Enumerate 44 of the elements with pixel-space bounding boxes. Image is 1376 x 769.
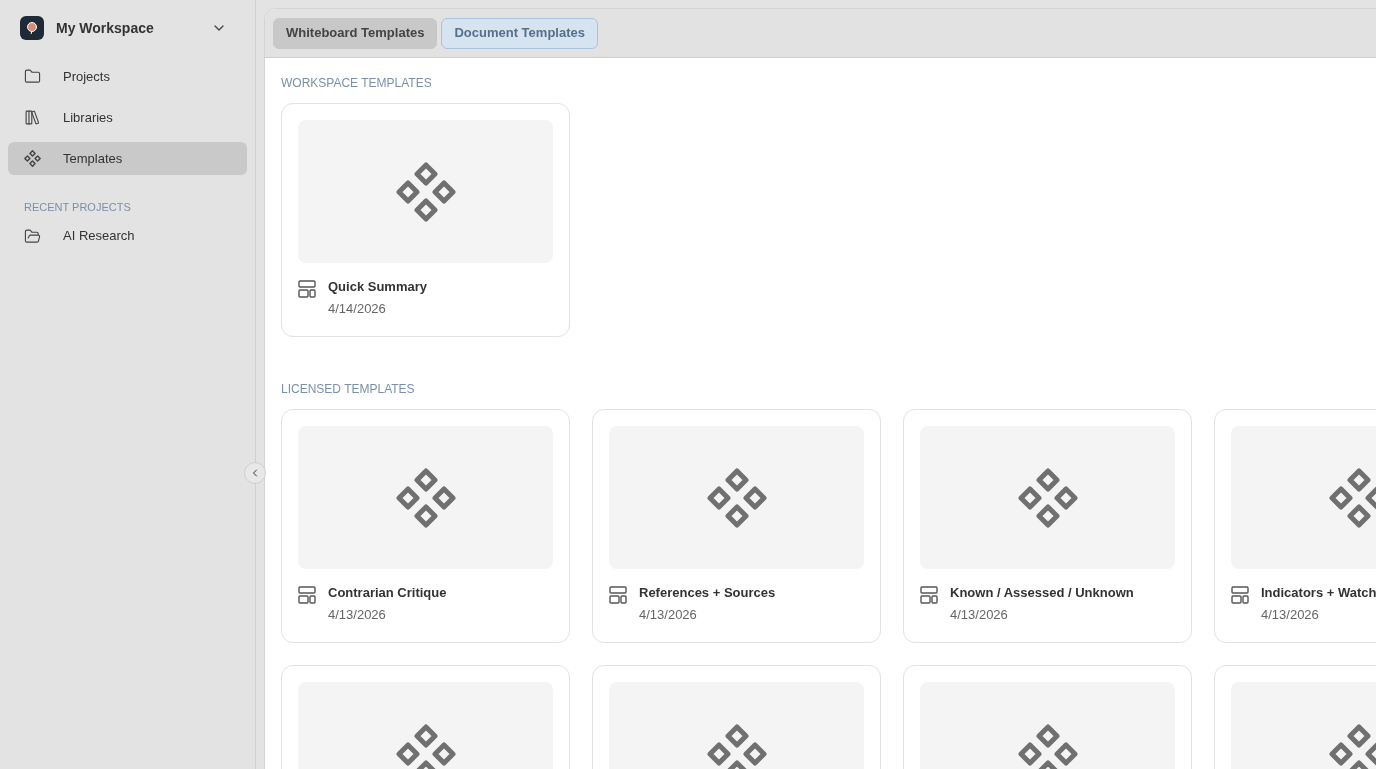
library-icon <box>24 109 41 126</box>
layout-icon <box>1231 586 1249 604</box>
workspace-name: My Workspace <box>56 18 154 38</box>
template-card[interactable]: Known / Assessed / Unknown 4/13/2026 <box>903 409 1192 643</box>
template-icon <box>706 723 767 769</box>
template-icon <box>706 467 767 528</box>
layout-icon <box>298 280 316 298</box>
template-date: 4/13/2026 <box>1261 607 1320 623</box>
template-date: 4/13/2026 <box>639 607 698 623</box>
section-heading: WORKSPACE TEMPLATES <box>281 75 433 91</box>
sidebar-item[interactable]: Libraries <box>8 101 247 134</box>
layout-icon <box>920 586 938 604</box>
template-card[interactable]: Quick Summary 4/14/2026 <box>281 103 570 337</box>
template-title: Contrarian Critique <box>328 585 447 601</box>
template-date: 4/13/2026 <box>950 607 1009 623</box>
template-card[interactable]: Indicators + Watch 4/13/2026 <box>1214 409 1376 643</box>
template-card[interactable]: Contrarian Critique 4/13/2026 <box>281 409 570 643</box>
template-icon <box>395 723 456 769</box>
folder-icon <box>24 227 41 245</box>
sidebar-item[interactable]: Templates <box>8 142 247 175</box>
template-title: References + Sources <box>639 585 776 601</box>
template-card[interactable]: References + Sources 4/13/2026 <box>592 409 881 643</box>
folder-icon <box>24 68 41 85</box>
template-title: Known / Assessed / Unknown <box>950 585 1134 601</box>
section-heading: RECENT PROJECTS <box>23 200 132 215</box>
collapse-button[interactable] <box>244 462 266 484</box>
template-icon <box>1328 467 1376 528</box>
template-icon <box>1017 723 1078 769</box>
template-date: 4/14/2026 <box>328 301 387 317</box>
template-title: Indicators + Watch <box>1261 585 1376 601</box>
section-heading: LICENSED TEMPLATES <box>281 381 416 397</box>
template-icon <box>1017 467 1078 528</box>
tab[interactable]: Whiteboard Templates <box>273 17 438 49</box>
layout-icon <box>609 586 627 604</box>
template-icon <box>395 467 456 528</box>
templates-icon <box>24 150 41 167</box>
template-icon <box>395 161 456 222</box>
layout-icon <box>298 586 316 604</box>
workspace-logo <box>20 16 44 40</box>
sidebar-item[interactable]: Projects <box>8 60 247 93</box>
recent-project[interactable]: AI Research <box>8 219 247 253</box>
template-title: Quick Summary <box>328 279 427 295</box>
template-date: 4/13/2026 <box>328 607 387 623</box>
tab[interactable]: Document Templates <box>441 17 598 49</box>
